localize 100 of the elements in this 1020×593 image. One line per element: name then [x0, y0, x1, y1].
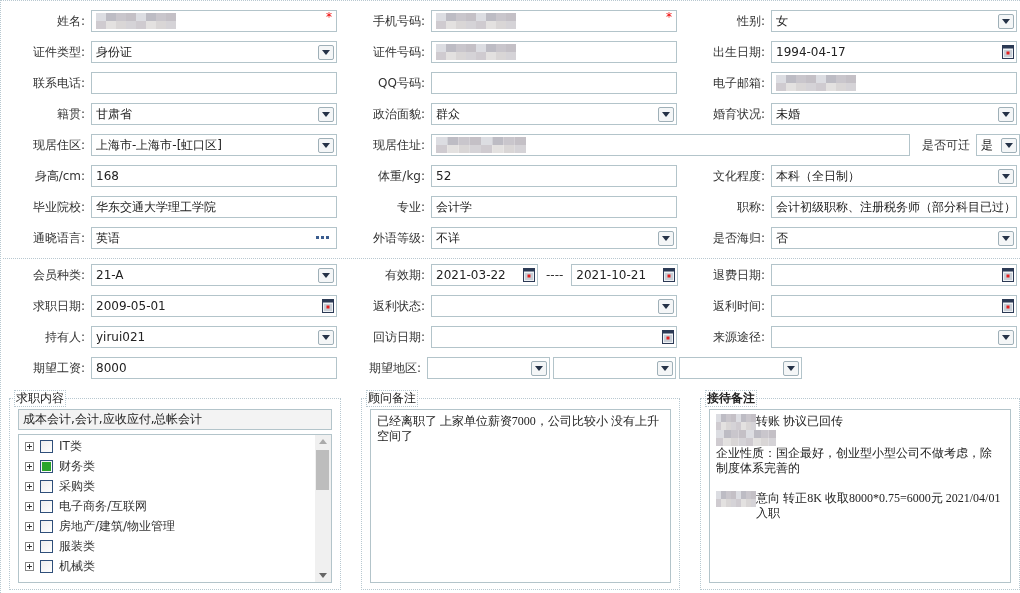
- select-field[interactable]: [679, 357, 802, 379]
- summary-field[interactable]: 成本会计,会计,应收应付,总帐会计: [18, 409, 332, 430]
- dropdown-button[interactable]: [783, 360, 799, 376]
- expand-icon[interactable]: [25, 501, 34, 511]
- checkbox[interactable]: [40, 479, 53, 493]
- select-field[interactable]: [553, 357, 676, 379]
- select-field[interactable]: 否: [771, 227, 1017, 249]
- select-field[interactable]: 上海市-上海市-[虹口区]: [91, 134, 337, 156]
- calendar-icon[interactable]: [662, 330, 674, 344]
- select-field[interactable]: 不详: [431, 227, 677, 249]
- input-field[interactable]: 会计学: [431, 196, 677, 218]
- checkbox[interactable]: [40, 439, 53, 453]
- input-field[interactable]: *: [91, 10, 337, 32]
- scrollbar[interactable]: [314, 435, 331, 582]
- calendar-icon[interactable]: [1002, 268, 1014, 282]
- date-field[interactable]: 1994-04-17: [771, 41, 1017, 63]
- notes-field[interactable]: 转账 协议已回传 企业性质：国企最好，创业型小型公司不做考虑，除制度体系完善的 意向 转正8K 收取8000*0.75=6000元 2021/04/01 入职: [709, 409, 1011, 583]
- tree-item[interactable]: 财务类: [59, 457, 95, 475]
- tree-item[interactable]: 采购类: [59, 477, 95, 495]
- input-field[interactable]: [771, 72, 1017, 94]
- input-field[interactable]: *: [431, 10, 677, 32]
- checkbox[interactable]: [40, 519, 53, 533]
- checkbox[interactable]: [40, 499, 53, 513]
- date-field[interactable]: [771, 295, 1017, 317]
- scroll-thumb[interactable]: [316, 450, 330, 490]
- dropdown-button[interactable]: [998, 13, 1014, 29]
- date-field[interactable]: 2009-05-01: [91, 295, 337, 317]
- field-label: 婚育状况:: [711, 105, 766, 123]
- select-field[interactable]: 身份证: [91, 41, 337, 63]
- select-field[interactable]: 是: [976, 134, 1020, 156]
- calendar-icon[interactable]: [1002, 45, 1014, 59]
- select-field[interactable]: [431, 295, 677, 317]
- checkbox[interactable]: [40, 539, 53, 553]
- date-field[interactable]: 2021-03-22: [431, 264, 538, 286]
- select-field[interactable]: 女: [771, 10, 1017, 32]
- dropdown-button[interactable]: [318, 137, 334, 153]
- field-label: 外语等级:: [371, 229, 426, 247]
- calendar-icon[interactable]: [663, 268, 676, 282]
- scroll-down-icon[interactable]: [318, 573, 327, 578]
- caret-icon: [322, 49, 330, 55]
- select-field[interactable]: 群众: [431, 103, 677, 125]
- dropdown-button[interactable]: [658, 298, 674, 314]
- calendar-icon[interactable]: [1002, 299, 1014, 313]
- date-field[interactable]: 2021-10-21: [571, 264, 679, 286]
- input-field[interactable]: [431, 134, 910, 156]
- field-label: 体重/kg:: [377, 167, 426, 185]
- picker-field[interactable]: 英语: [91, 227, 337, 249]
- select-field[interactable]: [427, 357, 550, 379]
- input-field[interactable]: 会计初级职称、注册税务师（部分科目已过）: [771, 196, 1017, 218]
- dropdown-button[interactable]: [318, 106, 334, 122]
- notes-field[interactable]: 已经离职了 上家单位薪资7000，公司比较小 没有上升空间了: [369, 409, 672, 583]
- date-field[interactable]: [431, 326, 677, 348]
- expand-icon[interactable]: [25, 461, 34, 471]
- select-field[interactable]: 本科（全日制）: [771, 165, 1017, 187]
- checkbox[interactable]: [40, 559, 53, 573]
- select-field[interactable]: [771, 326, 1017, 348]
- dropdown-button[interactable]: [998, 106, 1014, 122]
- tree-item[interactable]: 服装类: [59, 537, 95, 555]
- select-field[interactable]: 21-A: [91, 264, 337, 286]
- dropdown-button[interactable]: [998, 230, 1014, 246]
- tree-item[interactable]: 房地产/建筑/物业管理: [59, 517, 176, 535]
- input-field[interactable]: [91, 72, 337, 94]
- input-field[interactable]: 168: [91, 165, 337, 187]
- select-field[interactable]: 甘肃省: [91, 103, 337, 125]
- input-field[interactable]: [431, 41, 677, 63]
- input-field[interactable]: [431, 72, 677, 94]
- dropdown-button[interactable]: [658, 106, 674, 122]
- expand-icon[interactable]: [25, 561, 34, 571]
- expand-icon[interactable]: [25, 441, 34, 451]
- tree-item[interactable]: IT类: [59, 437, 82, 455]
- more-icon[interactable]: [316, 236, 330, 240]
- dropdown-button[interactable]: [658, 230, 674, 246]
- dropdown-button[interactable]: [998, 168, 1014, 184]
- date-field[interactable]: [771, 264, 1017, 286]
- input-field[interactable]: 52: [431, 165, 677, 187]
- field-label: 有效期:: [383, 266, 426, 284]
- expand-icon[interactable]: [25, 541, 34, 551]
- select-field[interactable]: yirui021: [91, 326, 337, 348]
- caret-icon: [1005, 142, 1013, 148]
- tree-item[interactable]: 机械类: [59, 557, 95, 575]
- expand-icon[interactable]: [25, 481, 34, 491]
- note-text: 转账 协议已回传: [756, 414, 845, 429]
- calendar-icon[interactable]: [523, 268, 535, 282]
- caret-icon: [322, 334, 330, 340]
- expand-icon[interactable]: [25, 521, 34, 531]
- select-field[interactable]: 未婚: [771, 103, 1017, 125]
- dropdown-button[interactable]: [531, 360, 547, 376]
- dropdown-button[interactable]: [318, 329, 334, 345]
- field-label: QQ号码:: [377, 74, 426, 92]
- tree-item[interactable]: 电子商务/互联网: [59, 497, 148, 515]
- field-label: 联系电话:: [31, 74, 86, 92]
- dropdown-button[interactable]: [1001, 137, 1017, 153]
- dropdown-button[interactable]: [998, 329, 1014, 345]
- input-field[interactable]: 华东交通大学理工学院: [91, 196, 337, 218]
- dropdown-button[interactable]: [318, 267, 334, 283]
- input-field[interactable]: 8000: [91, 357, 337, 379]
- calendar-icon[interactable]: [322, 299, 334, 313]
- dropdown-button[interactable]: [318, 44, 334, 60]
- checkbox[interactable]: [40, 459, 53, 473]
- dropdown-button[interactable]: [657, 360, 673, 376]
